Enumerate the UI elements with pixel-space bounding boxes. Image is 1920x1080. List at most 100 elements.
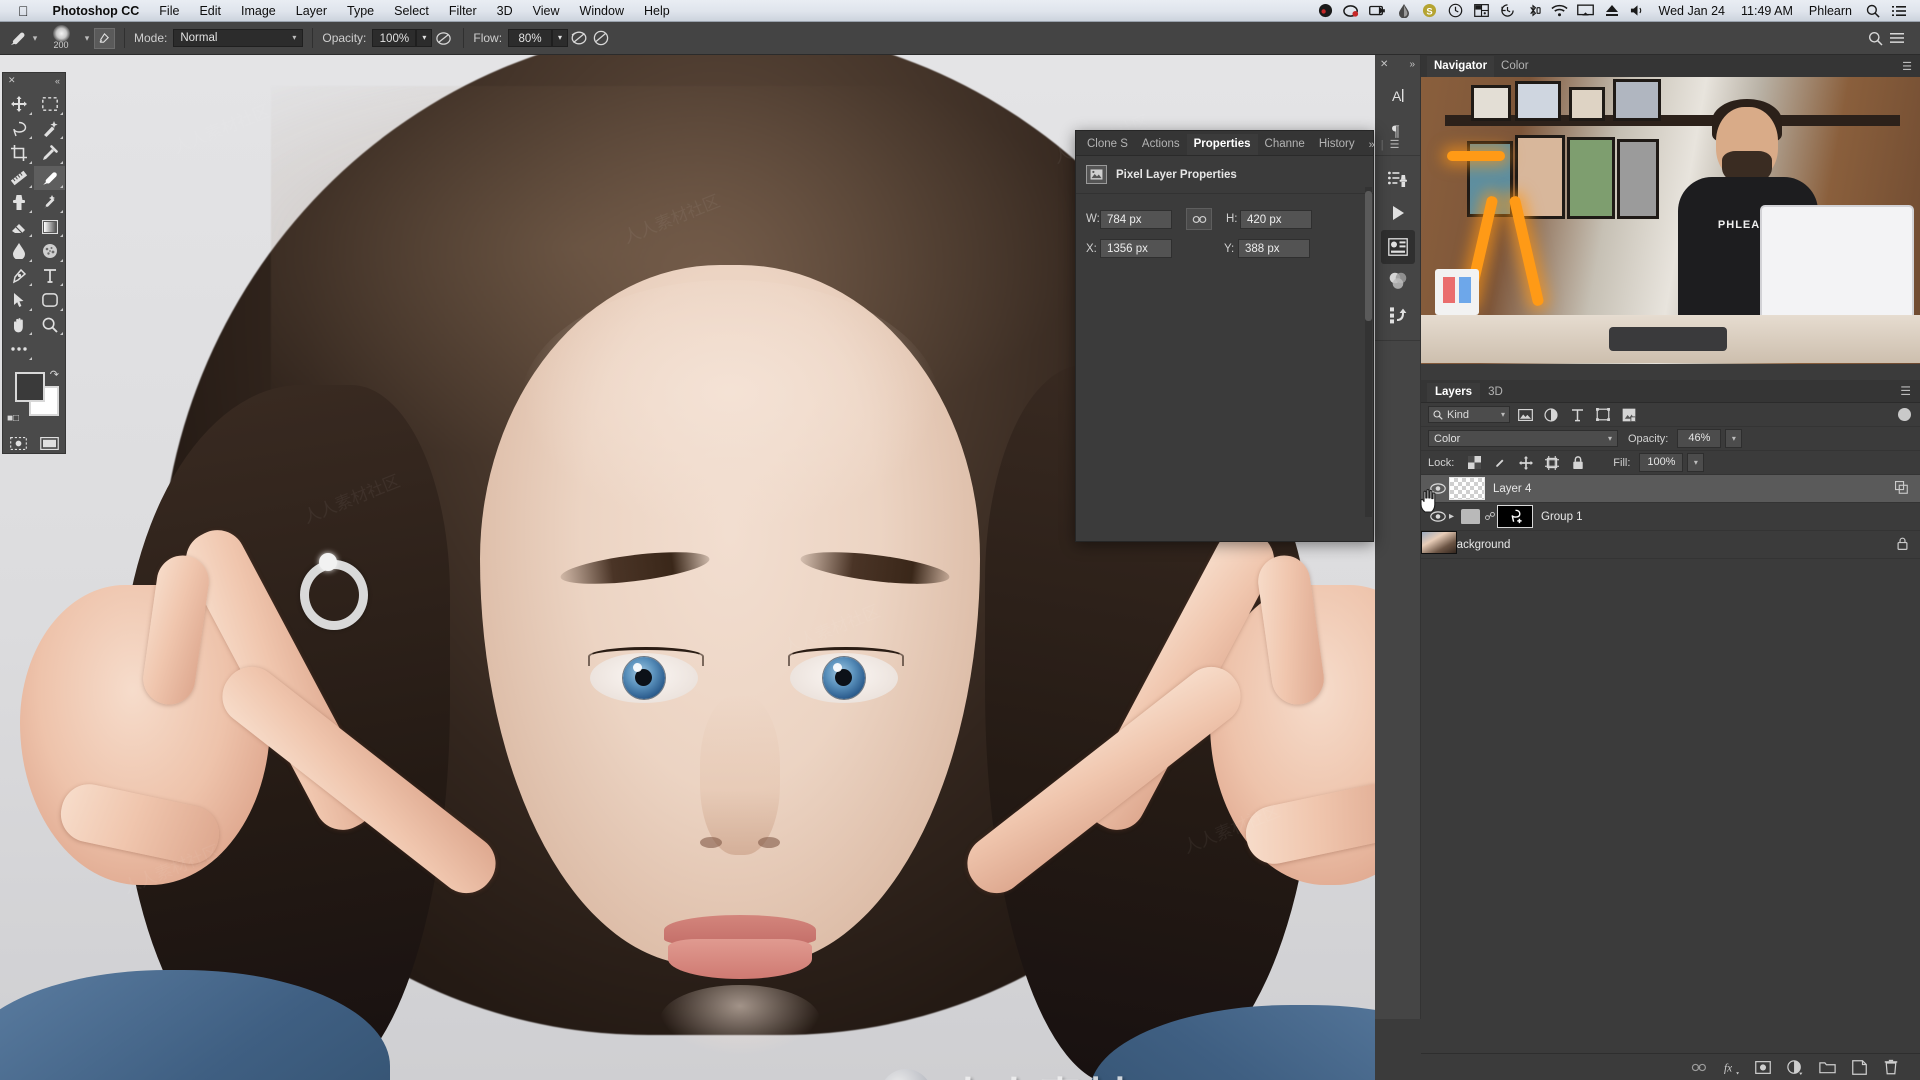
options-bar-search-icon[interactable] [1864, 27, 1886, 49]
marquee-tool[interactable] [34, 92, 65, 117]
layer-row-layer-4[interactable]: Layer 4 [1421, 475, 1920, 503]
tab-clone-source[interactable]: Clone S [1080, 134, 1135, 155]
chevron-double-right-icon[interactable]: » [1369, 139, 1375, 151]
menu-item-select[interactable]: Select [384, 4, 439, 18]
navigator-preview[interactable]: PHLEARN [1421, 77, 1920, 364]
tab-history[interactable]: History [1312, 134, 1362, 155]
screen-mode-icon[interactable] [34, 432, 65, 457]
battery-icon[interactable] [1367, 2, 1389, 20]
move-tool[interactable] [3, 92, 34, 117]
tab-navigator[interactable]: Navigator [1427, 56, 1495, 77]
layer-filter-kind-select[interactable]: Kind ▾ [1428, 406, 1510, 423]
panel-menu-icon[interactable]: ☰ [1891, 384, 1920, 402]
eject-icon[interactable] [1601, 2, 1623, 20]
layer-style-fx-icon[interactable]: fx [1722, 1058, 1740, 1076]
menu-item-filter[interactable]: Filter [439, 4, 487, 18]
brush-tool-chevron-icon[interactable]: ▾ [28, 29, 42, 47]
menu-app-name[interactable]: Photoshop CC [43, 4, 150, 18]
blur-tool[interactable] [3, 239, 34, 264]
airbrush-icon[interactable] [568, 27, 590, 49]
grid-icon[interactable] [1471, 2, 1493, 20]
history-panel-icon[interactable] [1375, 298, 1420, 332]
path-selection-tool[interactable] [3, 288, 34, 313]
default-colors-icon[interactable]: ■□ [7, 413, 19, 424]
bluetooth-icon[interactable] [1523, 2, 1545, 20]
flow-chevron-icon[interactable]: ▾ [552, 29, 569, 47]
link-layers-icon[interactable]: ☍ [1483, 510, 1497, 523]
menu-item-window[interactable]: Window [570, 4, 634, 18]
notification-center-icon[interactable] [1888, 2, 1910, 20]
lock-image-icon[interactable] [1489, 454, 1511, 472]
actions-panel-icon[interactable] [1375, 196, 1420, 230]
opacity-chevron-icon[interactable]: ▾ [1725, 429, 1743, 448]
shape-filter-icon[interactable] [1592, 406, 1614, 424]
lock-transparency-icon[interactable] [1463, 454, 1485, 472]
layer-thumbnail[interactable] [1421, 531, 1457, 554]
flow-input[interactable]: 80% [508, 29, 553, 47]
menubar-user[interactable]: Phlearn [1801, 4, 1860, 18]
brush-preview[interactable]: 200 [42, 24, 80, 52]
smartobject-filter-icon[interactable] [1618, 406, 1640, 424]
smoothing-icon[interactable] [590, 27, 612, 49]
ruler-tool[interactable] [3, 166, 34, 191]
menu-item-image[interactable]: Image [231, 4, 286, 18]
menu-item-3d[interactable]: 3D [487, 4, 523, 18]
camera-icon[interactable] [1341, 2, 1363, 20]
backup-icon[interactable] [1393, 2, 1415, 20]
panel-menu-icon[interactable]: ☰ [1894, 60, 1920, 77]
clone-stamp-tool[interactable] [3, 190, 34, 215]
x-input[interactable]: 1356 px [1100, 239, 1172, 258]
menu-item-file[interactable]: File [149, 4, 189, 18]
tab-channels[interactable]: Channe [1258, 134, 1312, 155]
type-tool[interactable] [34, 264, 65, 289]
hand-tool[interactable] [3, 313, 34, 338]
menu-item-layer[interactable]: Layer [286, 4, 337, 18]
brush-preset-chevron-icon[interactable]: ▾ [80, 29, 94, 47]
clipping-icon[interactable] [1895, 480, 1914, 497]
character-panel-icon[interactable]: A [1375, 79, 1420, 113]
close-icon[interactable]: ✕ [1380, 59, 1388, 70]
brush-tool-icon[interactable] [6, 27, 28, 49]
menu-item-help[interactable]: Help [634, 4, 680, 18]
tab-layers[interactable]: Layers [1427, 383, 1481, 402]
brush-tool[interactable] [34, 165, 65, 190]
y-input[interactable]: 388 px [1238, 239, 1310, 258]
chevron-double-right-icon[interactable]: » [1409, 59, 1415, 70]
eraser-tool[interactable] [3, 215, 34, 240]
edit-toolbar[interactable] [3, 337, 34, 362]
swap-colors-icon[interactable]: ↷ [50, 368, 59, 381]
layer-opacity-input[interactable]: 46% [1677, 429, 1722, 448]
opacity-input[interactable]: 100% [372, 29, 417, 47]
apple-logo-icon[interactable]:  [18, 4, 29, 18]
filter-toggle-icon[interactable] [1898, 408, 1911, 421]
menubar-time[interactable]: 11:49 AM [1733, 4, 1801, 18]
layer-mask-icon[interactable] [1754, 1058, 1772, 1076]
foreground-color-swatch[interactable] [15, 371, 45, 402]
tab-3d[interactable]: 3D [1480, 383, 1511, 402]
quick-selection-tool[interactable] [34, 117, 65, 142]
fill-chevron-icon[interactable]: ▾ [1687, 453, 1705, 472]
menubar-date[interactable]: Wed Jan 24 [1651, 4, 1733, 18]
lock-position-icon[interactable] [1515, 454, 1537, 472]
pressure-opacity-icon[interactable] [432, 27, 454, 49]
layer-fill-input[interactable]: 100% [1639, 453, 1684, 472]
adjustment-filter-icon[interactable] [1540, 406, 1562, 424]
volume-icon[interactable] [1627, 2, 1649, 20]
skype-icon[interactable]: S [1419, 2, 1441, 20]
zoom-tool[interactable] [34, 313, 65, 338]
height-input[interactable]: 420 px [1240, 209, 1312, 229]
layer-row-background[interactable]: Background [1421, 531, 1920, 559]
clock-icon[interactable] [1445, 2, 1467, 20]
lock-all-icon[interactable] [1567, 454, 1589, 472]
close-icon[interactable]: ✕ [8, 75, 16, 86]
wifi-icon[interactable] [1549, 2, 1571, 20]
adjustment-layer-icon[interactable] [1786, 1058, 1804, 1076]
crop-tool[interactable] [3, 141, 34, 166]
channels-panel-icon[interactable] [1375, 264, 1420, 298]
lasso-tool[interactable] [3, 117, 34, 142]
panel-menu-icon[interactable]: ☰ [1390, 138, 1400, 151]
tab-properties[interactable]: Properties [1186, 134, 1258, 155]
tab-actions[interactable]: Actions [1135, 134, 1187, 155]
blend-mode-select[interactable]: Normal ▾ [173, 29, 304, 47]
pixel-filter-icon[interactable] [1514, 406, 1536, 424]
